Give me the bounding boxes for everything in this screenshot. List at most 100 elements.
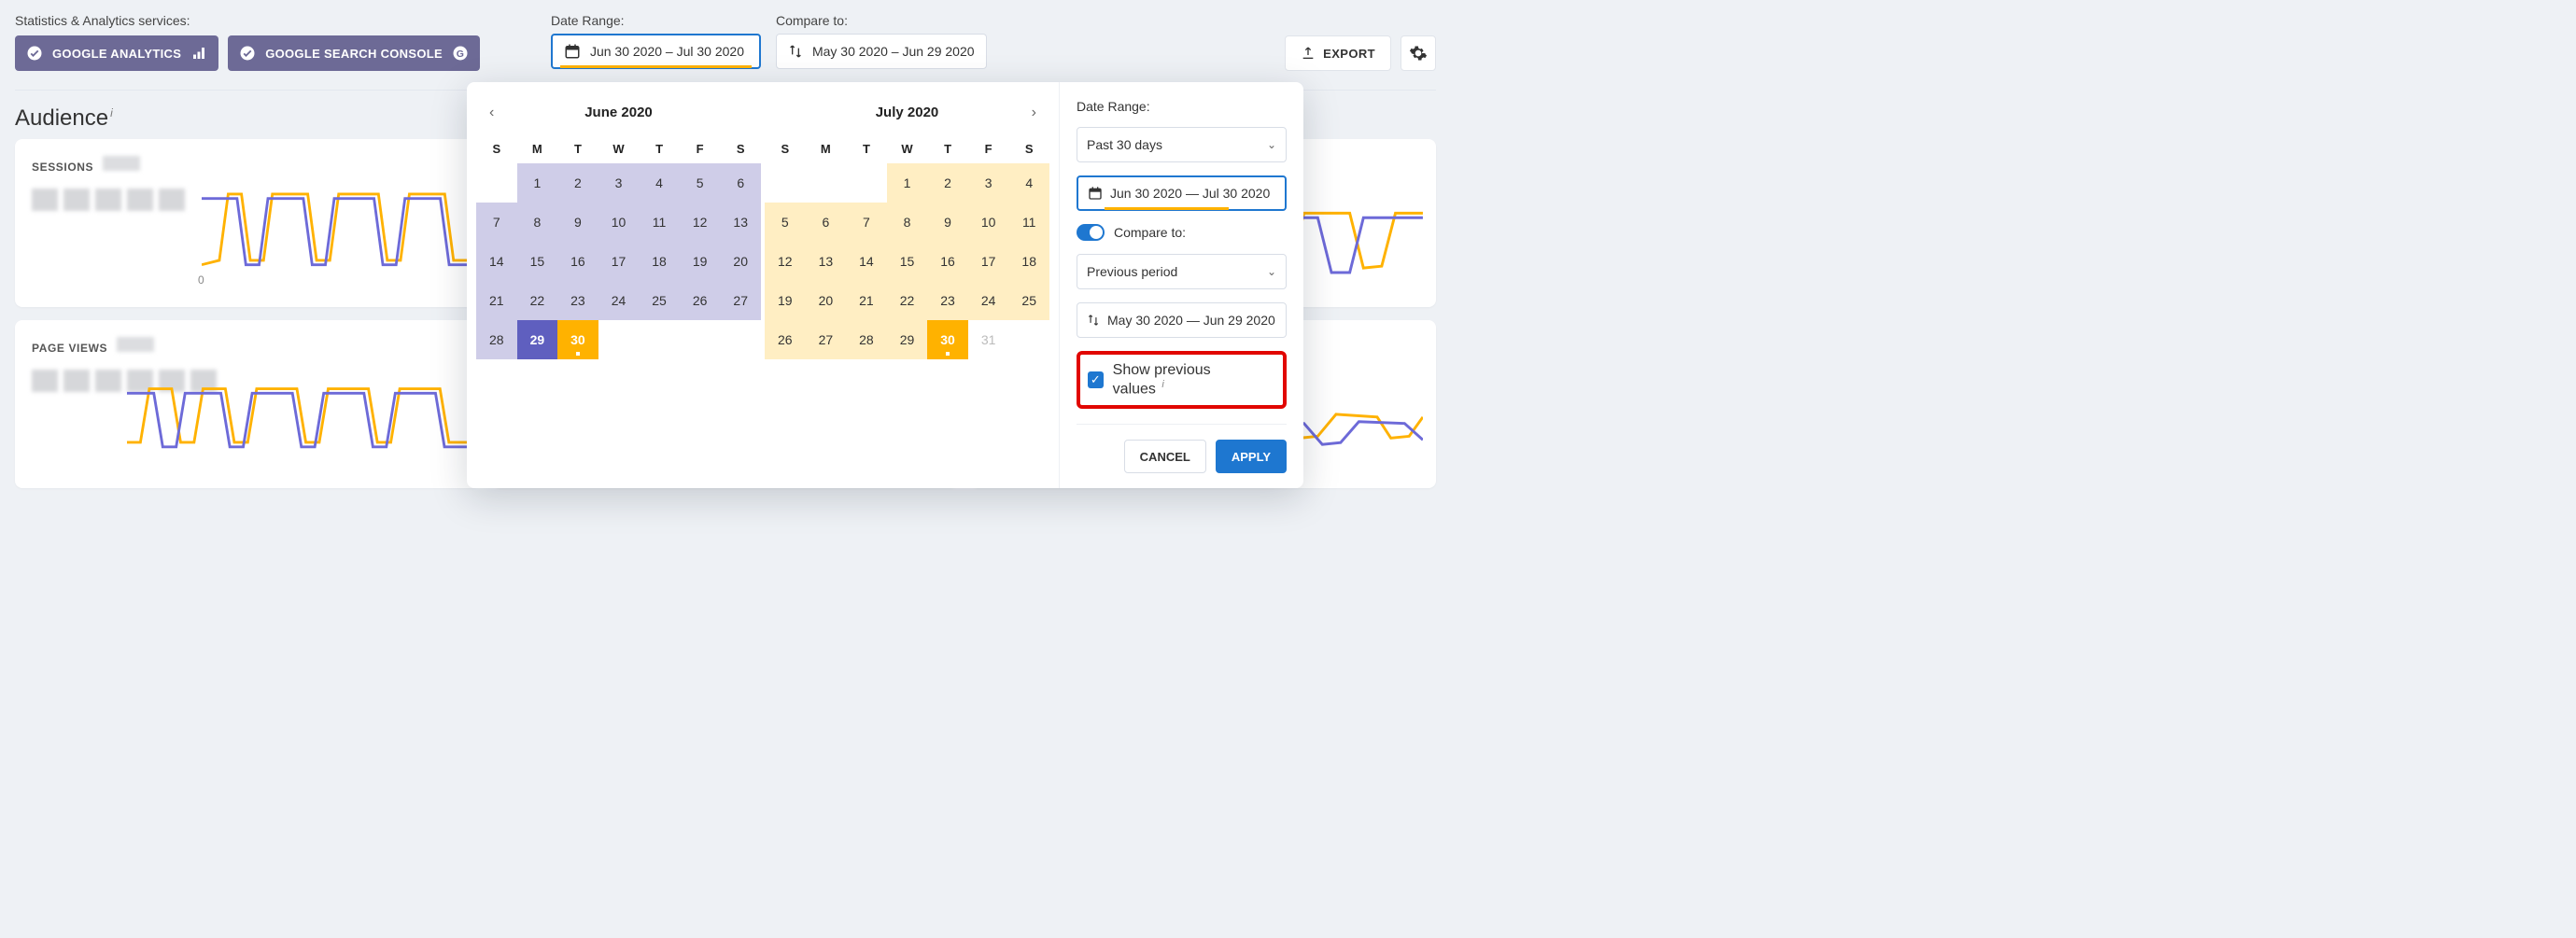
calendar-day[interactable]: 25	[1008, 281, 1049, 320]
calendar-day[interactable]: 24	[598, 281, 640, 320]
calendar-day[interactable]: 21	[476, 281, 517, 320]
calendar-day[interactable]: 31	[968, 320, 1009, 359]
calendar-day[interactable]: 19	[680, 242, 721, 281]
calendar-day[interactable]: 22	[517, 281, 558, 320]
calendar-day[interactable]: 23	[927, 281, 968, 320]
calendar-day[interactable]: 16	[927, 242, 968, 281]
calendar-day[interactable]: 20	[806, 281, 847, 320]
calendar-day[interactable]: 8	[887, 203, 928, 242]
month-header: July 2020 ›	[765, 99, 1049, 125]
analytics-icon	[190, 45, 207, 62]
blurred-value	[117, 337, 154, 352]
settings-button[interactable]	[1401, 35, 1436, 71]
calendar-day[interactable]: 1	[517, 163, 558, 203]
calendar-day[interactable]: 3	[598, 163, 640, 203]
compare-date-value: May 30 2020 — Jun 29 2020	[1107, 313, 1275, 328]
calendar-day[interactable]: 9	[927, 203, 968, 242]
calendar-day[interactable]: 2	[927, 163, 968, 203]
show-previous-checkbox[interactable]: ✓	[1088, 371, 1104, 388]
compare-group: Compare to: May 30 2020 – Jun 29 2020	[776, 13, 987, 69]
calendar-day[interactable]: 5	[680, 163, 721, 203]
calendar-day[interactable]: 2	[557, 163, 598, 203]
calendar-day[interactable]: 18	[639, 242, 680, 281]
services-label: Statistics & Analytics services:	[15, 13, 480, 28]
date-range-popover: ‹ June 2020 S M T W T F S 12345678910111…	[467, 82, 1303, 488]
dow: S	[720, 134, 761, 163]
calendar-day[interactable]: 11	[639, 203, 680, 242]
google-g-icon: G	[452, 45, 469, 62]
calendar-day[interactable]: 9	[557, 203, 598, 242]
calendar-day[interactable]: 17	[968, 242, 1009, 281]
calendar-day[interactable]: 11	[1008, 203, 1049, 242]
chip-label: GOOGLE ANALYTICS	[52, 47, 181, 61]
calendar-day[interactable]: 21	[846, 281, 887, 320]
calendar-day[interactable]: 27	[720, 281, 761, 320]
dow: S	[1008, 134, 1049, 163]
calendar-day	[476, 163, 517, 203]
calendar-day[interactable]: 14	[476, 242, 517, 281]
range-preset-select[interactable]: Past 30 days ⌄	[1077, 127, 1287, 162]
calendar-day[interactable]: 14	[846, 242, 887, 281]
calendar-day[interactable]: 16	[557, 242, 598, 281]
calendar-day[interactable]: 12	[765, 242, 806, 281]
next-month-button[interactable]: ›	[1024, 101, 1044, 125]
calendar-day[interactable]: 29	[887, 320, 928, 359]
calendar-day[interactable]: 30	[557, 320, 598, 359]
compare-value: May 30 2020 – Jun 29 2020	[812, 44, 975, 59]
dow: W	[887, 134, 928, 163]
range-date-field[interactable]: Jun 30 2020 — Jul 30 2020	[1077, 175, 1287, 211]
calendar-day[interactable]: 10	[598, 203, 640, 242]
apply-button[interactable]: APPLY	[1216, 440, 1287, 473]
calendar-day[interactable]: 15	[517, 242, 558, 281]
calendar-day[interactable]: 20	[720, 242, 761, 281]
calendar-day[interactable]: 4	[639, 163, 680, 203]
cancel-button[interactable]: CANCEL	[1124, 440, 1206, 473]
dow-row: S M T W T F S	[765, 134, 1049, 163]
control-pane: Date Range: Past 30 days ⌄ Jun 30 2020 —…	[1059, 82, 1303, 488]
calendar-day[interactable]: 3	[968, 163, 1009, 203]
dow: T	[927, 134, 968, 163]
calendar-day[interactable]: 22	[887, 281, 928, 320]
calendar-day[interactable]: 7	[846, 203, 887, 242]
compare-toggle[interactable]	[1077, 224, 1105, 241]
calendar-day[interactable]: 13	[806, 242, 847, 281]
calendar-day[interactable]: 13	[720, 203, 761, 242]
page-views-sparkline	[127, 357, 467, 465]
calendar-day[interactable]: 1	[887, 163, 928, 203]
calendar-day[interactable]: 23	[557, 281, 598, 320]
calendar-day[interactable]: 27	[806, 320, 847, 359]
calendar-day[interactable]: 24	[968, 281, 1009, 320]
calendar-day[interactable]: 7	[476, 203, 517, 242]
calendar-day[interactable]: 5	[765, 203, 806, 242]
calendar-day	[680, 320, 721, 359]
calendar-day[interactable]: 25	[639, 281, 680, 320]
calendar-day[interactable]: 18	[1008, 242, 1049, 281]
calendar-day[interactable]: 19	[765, 281, 806, 320]
compare-field[interactable]: May 30 2020 – Jun 29 2020	[776, 34, 987, 69]
date-range-field[interactable]: Jun 30 2020 – Jul 30 2020	[551, 34, 761, 69]
calendar-day[interactable]: 26	[680, 281, 721, 320]
calendar-day[interactable]: 17	[598, 242, 640, 281]
calendar-day	[1008, 320, 1049, 359]
calendar-day[interactable]: 4	[1008, 163, 1049, 203]
check-circle-icon	[26, 45, 43, 62]
prev-month-button[interactable]: ‹	[482, 101, 501, 125]
calendar-day[interactable]: 6	[720, 163, 761, 203]
calendar-day[interactable]: 8	[517, 203, 558, 242]
export-button[interactable]: EXPORT	[1285, 35, 1391, 71]
calendar-day[interactable]: 29	[517, 320, 558, 359]
chip-google-analytics[interactable]: GOOGLE ANALYTICS	[15, 35, 218, 71]
calendar-day[interactable]: 10	[968, 203, 1009, 242]
calendar-day[interactable]: 15	[887, 242, 928, 281]
calendar-day[interactable]: 26	[765, 320, 806, 359]
calendar-day[interactable]: 30	[927, 320, 968, 359]
show-previous-highlight: ✓ Show previous values i	[1077, 351, 1287, 409]
calendar-day[interactable]: 6	[806, 203, 847, 242]
calendar-day[interactable]: 28	[846, 320, 887, 359]
calendar-day[interactable]: 12	[680, 203, 721, 242]
calendar-day[interactable]: 28	[476, 320, 517, 359]
compare-preset-select[interactable]: Previous period ⌄	[1077, 254, 1287, 289]
chip-google-search-console[interactable]: GOOGLE SEARCH CONSOLE G	[228, 35, 480, 71]
calendar-day	[765, 163, 806, 203]
compare-date-field[interactable]: May 30 2020 — Jun 29 2020	[1077, 302, 1287, 338]
